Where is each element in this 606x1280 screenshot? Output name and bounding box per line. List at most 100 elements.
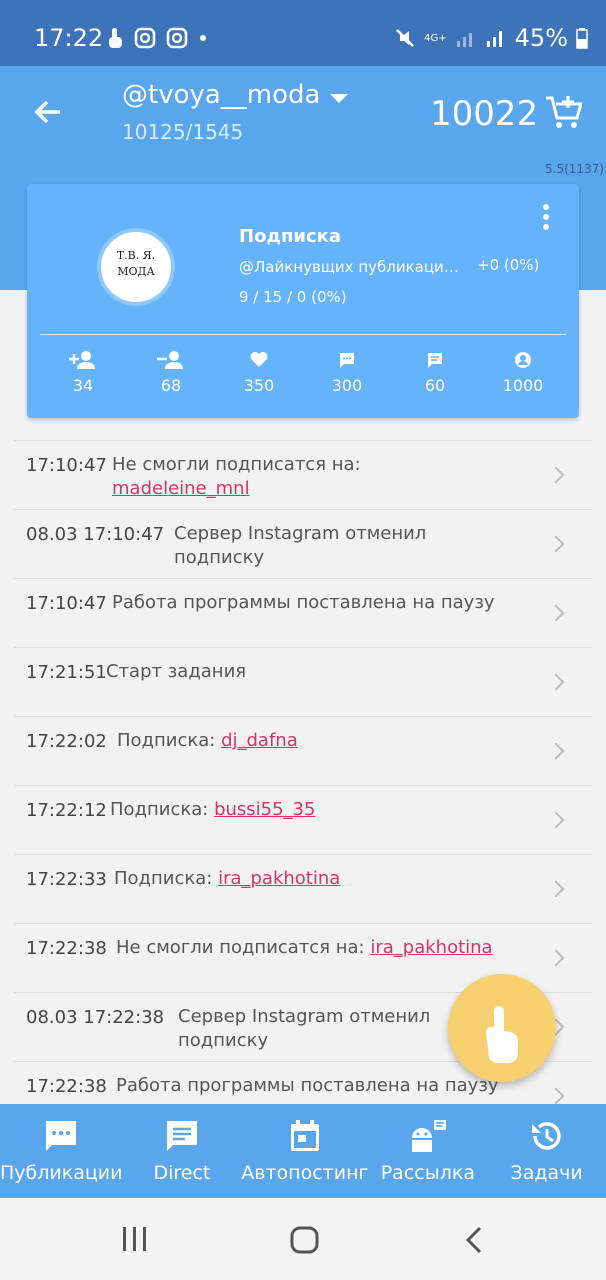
nav-direct[interactable]: Direct: [123, 1104, 242, 1198]
log-message: Подписка: bussi55_35: [110, 798, 510, 822]
chevron-right-icon: [547, 811, 565, 829]
log-time: 17:21:51: [26, 662, 107, 683]
task-card[interactable]: Т.В. Я. МОДА Подписка @Лайкнувщих публик…: [27, 184, 579, 418]
message-icon: [428, 353, 442, 368]
chevron-right-icon: [547, 880, 565, 898]
stat-messages: 60: [391, 350, 479, 395]
account-dropdown-icon[interactable]: [330, 94, 348, 103]
bottom-navigation: Публикации Direct Автопостинг Рассылка З…: [0, 1104, 606, 1198]
log-time: 17:22:02: [26, 731, 107, 752]
chevron-right-icon: [547, 1087, 565, 1105]
log-text: Не смогли подписатся на:: [116, 937, 365, 958]
heart-icon: [250, 352, 268, 367]
more-options-icon[interactable]: [539, 204, 553, 234]
notification-icons: [106, 26, 208, 50]
add-user-icon: [69, 351, 95, 369]
stat-unfollow: 68: [127, 350, 215, 395]
calendar-icon: [290, 1120, 319, 1151]
signal-icon: [456, 33, 472, 47]
publications-icon: [46, 1121, 77, 1151]
battery-icon: [576, 28, 588, 49]
log-link[interactable]: madeleine_mnl: [112, 478, 250, 499]
back-arrow-icon[interactable]: [32, 96, 64, 128]
log-time: 17:10:47: [26, 593, 107, 614]
chevron-right-icon: [547, 604, 565, 622]
stat-value: 1000: [502, 376, 544, 395]
chevron-right-icon: [547, 466, 565, 484]
chevron-right-icon: [547, 742, 565, 760]
chevron-right-icon: [547, 535, 565, 553]
log-time: 08.03 17:22:38: [26, 1007, 165, 1028]
log-row[interactable]: 17:21:51 Старт задания: [14, 647, 592, 716]
avatar-text: Т.В. Я.: [116, 249, 156, 262]
history-icon: [531, 1122, 561, 1150]
chevron-right-icon: [547, 673, 565, 691]
account-name[interactable]: @tvoya__moda: [122, 80, 320, 110]
version-label: 5.5(1137): [545, 162, 604, 176]
stat-profile: 1000: [479, 350, 567, 395]
log-row[interactable]: 17:10:47 Не смогли подписатся на: madele…: [14, 440, 592, 509]
nav-label: Direct: [153, 1162, 211, 1184]
log-text: Подписка:: [114, 868, 213, 889]
log-message: Подписка: ira_pakhotina: [114, 867, 514, 891]
start-task-button[interactable]: [448, 974, 556, 1082]
log-time: 17:10:47: [26, 455, 107, 476]
log-link[interactable]: dj_dafna: [221, 730, 298, 751]
nav-tasks[interactable]: Задачи: [487, 1104, 606, 1198]
nav-label: Задачи: [510, 1162, 583, 1184]
mute-icon: [396, 29, 415, 47]
app-bar: @tvoya__moda 10125/1545 10022: [0, 66, 606, 160]
direct-icon: [166, 1121, 197, 1151]
log-time: 17:22:38: [26, 938, 107, 959]
stat-follow: 34: [39, 350, 127, 395]
hand-pointer-icon: [486, 1006, 518, 1063]
card-delta: +0 (0%): [477, 256, 540, 274]
log-row[interactable]: 17:22:12 Подписка: bussi55_35: [14, 785, 592, 854]
log-message: Не смогли подписатся на: ira_pakhotina: [116, 936, 556, 960]
status-bar: 17:22 4G+ 45%: [0, 0, 606, 66]
nav-mailing[interactable]: Рассылка: [368, 1104, 487, 1198]
log-link[interactable]: bussi55_35: [214, 799, 315, 820]
log-row[interactable]: 17:22:33 Подписка: ira_pakhotina: [14, 854, 592, 923]
stat-comments: 300: [303, 350, 391, 395]
log-link[interactable]: ira_pakhotina: [218, 868, 340, 889]
card-progress: 9 / 15 / 0 (0%): [239, 288, 347, 306]
home-icon[interactable]: [290, 1226, 320, 1254]
add-cart-icon[interactable]: [544, 94, 582, 130]
nav-label: Рассылка: [380, 1162, 475, 1184]
user-circle-icon: [515, 352, 531, 368]
log-message: Не смогли подписатся на: madeleine_mnl: [112, 453, 512, 501]
stat-value: 68: [160, 376, 182, 395]
log-time: 17:22:33: [26, 869, 107, 890]
nav-label: Автопостинг: [241, 1162, 369, 1184]
system-icons: 4G+ 45%: [394, 24, 588, 52]
network-label: 4G+: [424, 32, 447, 44]
signal-icon: [486, 31, 502, 47]
log-message: Работа программы поставлена на паузу: [112, 592, 495, 613]
avatar: Т.В. Я. МОДА: [97, 228, 175, 306]
status-time: 17:22: [34, 24, 104, 52]
account-stats: 10125/1545: [122, 120, 244, 144]
card-stats: 34 68 350 300 60 1000: [39, 350, 567, 395]
instagram-icon: [166, 27, 188, 49]
remove-user-icon: [157, 351, 183, 369]
card-divider: [40, 334, 566, 335]
stat-likes: 350: [215, 350, 303, 395]
nav-autoposting[interactable]: Автопостинг: [241, 1104, 368, 1198]
log-row[interactable]: 17:10:47 Работа программы поставлена на …: [14, 578, 592, 647]
nav-label: Публикации: [0, 1162, 123, 1184]
stat-value: 350: [243, 376, 275, 395]
avatar-text: МОДА: [117, 265, 155, 278]
log-link[interactable]: ira_pakhotina: [370, 937, 492, 958]
touch-icon: [109, 28, 122, 48]
stat-value: 60: [424, 376, 446, 395]
recent-apps-icon[interactable]: [120, 1226, 150, 1252]
log-message: Подписка: dj_dafna: [117, 729, 517, 753]
log-row[interactable]: 08.03 17:10:47 Сервер Instagram отменил …: [14, 509, 592, 578]
log-time: 17:22:12: [26, 800, 107, 821]
stat-value: 34: [72, 376, 94, 395]
back-icon[interactable]: [464, 1226, 486, 1254]
log-message: Старт задания: [106, 661, 247, 682]
nav-publications[interactable]: Публикации: [0, 1104, 123, 1198]
log-row[interactable]: 17:22:02 Подписка: dj_dafna: [14, 716, 592, 785]
